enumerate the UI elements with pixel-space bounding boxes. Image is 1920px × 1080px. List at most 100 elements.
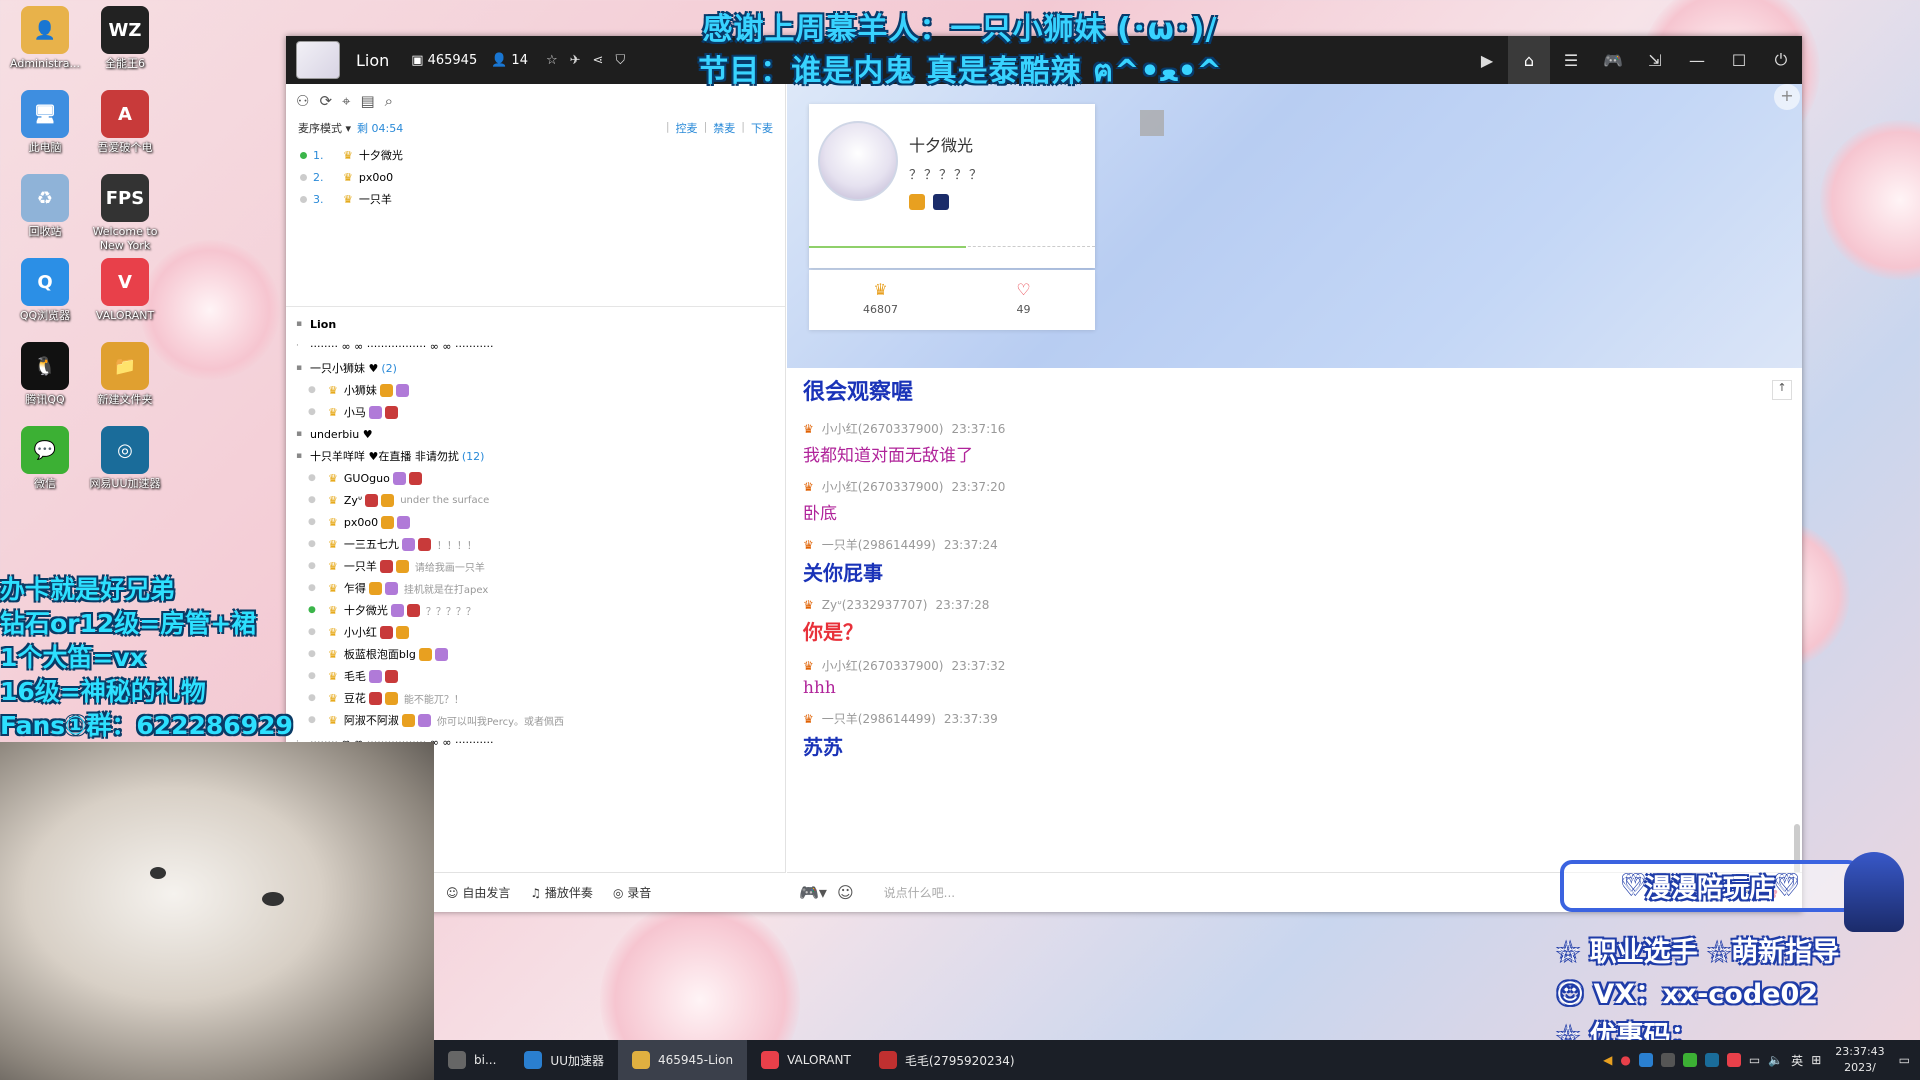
network-icon[interactable]: ▭ [1749, 1053, 1760, 1067]
queue-row[interactable]: 2. ♛ px0o0 [300, 166, 771, 188]
notification-icon[interactable]: ▭ [1899, 1053, 1910, 1067]
channel-user-row[interactable]: ● ♛ 板蓝根泡面blg [296, 643, 775, 665]
chat-message-text: 苏苏 [803, 735, 843, 759]
desktop-app-icon: 💬 [21, 426, 69, 474]
channel-user-row[interactable]: ● ♛ 一只羊 请给我画一只羊 [296, 555, 775, 577]
tray-app-icon[interactable] [1682, 1053, 1697, 1067]
desktop-icon[interactable]: ♻ 回收站 [0, 174, 90, 239]
desktop-icon[interactable]: 📁 新建文件夹 [80, 342, 170, 407]
gamepad-tool-icon[interactable]: 🎮▾ [799, 883, 827, 902]
channel-row[interactable]: ▪ 一只小狮妹 ♥ (2) [296, 357, 775, 379]
chat-user[interactable]: 小小红(2670337900) [822, 478, 944, 495]
taskbar-item-label: bi... [474, 1053, 497, 1067]
queue-row[interactable]: 3. ♛ 一只羊 [300, 188, 771, 210]
chat-input[interactable]: 说点什么吧... [884, 884, 955, 901]
location-icon[interactable]: ⌖ [342, 92, 350, 112]
chat-message: ♛ 小小红(2670337900) 23:37:20 卧底 [803, 478, 1786, 525]
gift-stat[interactable]: ♛ 46807 [809, 270, 952, 330]
input-tools: 🎮▾ ☺ [799, 883, 854, 902]
taskbar-item[interactable]: UU加速器 [510, 1040, 618, 1080]
desktop-icon[interactable]: V VALORANT [80, 258, 170, 323]
channel-count: (12) [461, 449, 485, 463]
chat-message-meta: ♛ 小小红(2670337900) 23:37:32 [803, 657, 1786, 674]
status-dot: ● [308, 671, 316, 681]
record-button[interactable]: ◎ 录音 [613, 884, 651, 901]
channel-user-row[interactable]: ● ♛ px0o0 [296, 511, 775, 533]
desktop-icon[interactable]: 💬 微信 [0, 426, 90, 491]
image-icon[interactable] [1140, 110, 1164, 136]
chat-message-text: 关你屁事 [803, 561, 883, 585]
control-mic-button[interactable]: 控麦 [676, 120, 698, 136]
lock-icon: ▪ [296, 429, 303, 439]
lock-icon: ▪ [296, 363, 303, 373]
chat-user[interactable]: 小小红(2670337900) [822, 420, 944, 437]
taskbar-item[interactable]: 465945-Lion [617, 1040, 748, 1080]
chat-user[interactable]: Zyᐡ(2332937707) [822, 598, 928, 612]
down-mic-button[interactable]: 下麦 [751, 120, 773, 136]
desktop-icon[interactable]: 🐧 腾讯QQ [0, 342, 90, 407]
like-stat[interactable]: ♡ 49 [952, 270, 1095, 330]
lock-icon: ▪ [296, 319, 303, 329]
history-icon[interactable]: ⟳ [319, 92, 332, 112]
volume-icon[interactable]: 🔈 [1768, 1053, 1783, 1067]
chat-user[interactable]: 一只羊(298614499) [822, 536, 936, 553]
desktop-icon[interactable]: Q QQ浏览器 [0, 258, 90, 323]
emoji-icon[interactable]: ☺ [837, 883, 854, 902]
channel-row[interactable]: ▪ 十只羊咩咩 ♥在直播 非请勿扰 (12) [296, 445, 775, 467]
channel-user-row[interactable]: ● ♛ 一三五七九 ！！！！ [296, 533, 775, 555]
channel-user-row[interactable]: ● ♛ GUOguo [296, 467, 775, 489]
profile-avatar[interactable] [818, 121, 898, 201]
mic-mode-select[interactable]: 麦序模式 ▾ [298, 120, 351, 136]
desktop-icon[interactable]: FPS Welcome to New York [80, 174, 170, 253]
taskbar-item[interactable]: VALORANT [747, 1040, 865, 1080]
desktop-icon[interactable]: ◎ 网易UU加速器 [80, 426, 170, 491]
channel-user-row[interactable]: ● ♛ 小马 [296, 401, 775, 423]
desktop-icon[interactable]: A 吾爱破个电 [80, 90, 170, 155]
user-name: 一只羊 [343, 560, 377, 573]
channel-row[interactable]: ▪ underbiu ♥ [296, 423, 775, 445]
chat-user[interactable]: 一只羊(298614499) [822, 710, 936, 727]
channel-user-row[interactable]: ● ♛ 阿淑不阿淑 你可以叫我Percy。或者佩西 [296, 709, 775, 731]
taskbar-item[interactable]: 毛毛(2795920234) [865, 1040, 1029, 1080]
desktop-app-icon: 📁 [101, 342, 149, 390]
desktop-icon[interactable]: 🖥 此电脑 [0, 90, 90, 155]
notes-icon[interactable]: ▤ [360, 92, 374, 112]
mic-icon[interactable]: ● [1620, 1053, 1630, 1067]
status-dot: ● [308, 473, 316, 483]
tray-app-icon[interactable] [1660, 1053, 1675, 1067]
channel-user-row[interactable]: ● ♛ 小小红 [296, 621, 775, 643]
clock[interactable]: 23:37:43 2023/ [1829, 1044, 1890, 1076]
chat-user[interactable]: 小小红(2670337900) [822, 657, 944, 674]
members-icon[interactable]: ⚇ [296, 92, 309, 112]
taskbar-item[interactable]: bi... [434, 1040, 510, 1080]
status-dot: ● [308, 605, 316, 615]
tray-app-icon[interactable] [1726, 1053, 1741, 1067]
channel-user-row[interactable]: ● ♛ 豆花 能不能兀？！ [296, 687, 775, 709]
ime-icon[interactable]: ⊞ [1811, 1053, 1821, 1067]
role-icon: ♛ [803, 598, 814, 612]
tray-app-icon[interactable] [1638, 1053, 1653, 1067]
channel-user-row[interactable]: ● ♛ 十夕微光 ？？？？？ [296, 599, 775, 621]
speaker-icon[interactable]: ◀ [1603, 1053, 1612, 1067]
search-icon[interactable]: ⌕ [385, 92, 393, 112]
channel-user-row[interactable]: ● ♛ 毛毛 [296, 665, 775, 687]
desktop-app-icon: FPS [101, 174, 149, 222]
ban-mic-button[interactable]: 禁麦 [713, 120, 735, 136]
play-accompaniment-button[interactable]: ♫ 播放伴奏 [530, 884, 593, 901]
channel-user-row[interactable]: ● ♛ 小狮妹 [296, 379, 775, 401]
role-icon: ♛ [328, 669, 338, 683]
free-talk-button[interactable]: ☺ 自由发言 [446, 884, 510, 901]
channel-user-row[interactable]: ● ♛ Zyᐡ under the surface [296, 489, 775, 511]
status-dot: ● [308, 495, 316, 505]
desktop-app-icon: A [101, 90, 149, 138]
queue-user-name: 一只羊 [358, 193, 392, 206]
channel-user-row[interactable]: ● ♛ 乍得 挂机就是在打apex [296, 577, 775, 599]
queue-row[interactable]: 1. ♛ 十夕微光 [300, 144, 771, 166]
tray-app-icon[interactable] [1704, 1053, 1719, 1067]
promo-line-5: Fans①群：622286929 [0, 711, 293, 740]
channel-row[interactable]: ▪ Lion [296, 313, 775, 335]
badge-icon [395, 383, 409, 397]
status-dot: ● [308, 649, 316, 659]
input-language[interactable]: 英 [1791, 1052, 1803, 1069]
user-name: 小小红 [343, 626, 377, 639]
